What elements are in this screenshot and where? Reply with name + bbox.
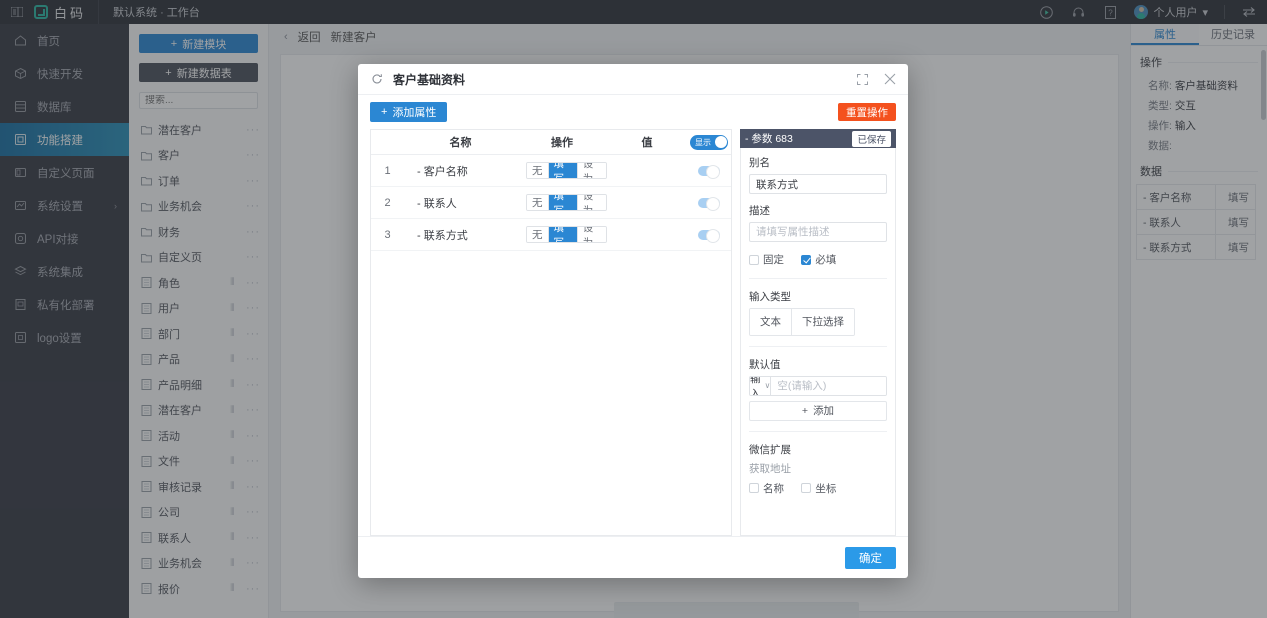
param-editor: - 参数 683 已保存 别名 描述 固定 必填 输入类型 文本 xyxy=(740,129,896,536)
op-segmented-control: 无填写 设为 xyxy=(526,162,607,179)
attribute-table-empty-area xyxy=(371,251,731,535)
divider-1 xyxy=(749,277,887,279)
modal-body: 名称 操作 值 显示 1- 客户名称无填写 设为 2- 联系人无填写 设为 3- 联系方… xyxy=(358,129,908,536)
wechat-get-address-label: 获取地址 xyxy=(749,462,791,475)
param-title: - 参数 683 xyxy=(745,133,793,145)
show-all-toggle-label: 显示 xyxy=(695,137,711,147)
op-option[interactable]: 无 xyxy=(527,227,549,242)
col-operation: 操作 xyxy=(551,137,573,149)
row-name: - 客户名称 xyxy=(417,165,468,178)
row-visibility-toggle[interactable] xyxy=(698,164,720,179)
op-option[interactable]: 填写 xyxy=(548,195,578,210)
default-mode-label: 输入 xyxy=(750,375,761,396)
input-type-select[interactable]: 下拉选择 xyxy=(792,308,854,335)
row-visibility-toggle[interactable] xyxy=(698,228,720,243)
reset-operation-button[interactable]: 重置操作 xyxy=(838,103,896,121)
row-name: - 联系人 xyxy=(417,197,457,210)
description-label: 描述 xyxy=(749,205,770,217)
default-mode-select[interactable]: 输入 ∨ xyxy=(750,375,772,396)
op-option[interactable]: 填写 xyxy=(548,163,578,178)
checkbox-box xyxy=(749,483,759,493)
expand-icon[interactable] xyxy=(856,73,869,86)
alias-label: 别名 xyxy=(749,157,770,169)
add-attribute-label: 添加属性 xyxy=(392,107,437,119)
attribute-table: 名称 操作 值 显示 1- 客户名称无填写 设为 2- 联系人无填写 设为 3- 联系方… xyxy=(370,129,732,536)
wechat-ext-label: 微信扩展 xyxy=(749,443,791,456)
param-editor-header: - 参数 683 已保存 xyxy=(740,129,896,148)
row-visibility-toggle[interactable] xyxy=(698,196,720,211)
attribute-table-body: 1- 客户名称无填写 设为 2- 联系人无填写 设为 3- 联系方式无填写 设为 xyxy=(371,155,731,251)
op-option[interactable]: 无 xyxy=(527,163,549,178)
divider-3 xyxy=(749,430,887,432)
table-row[interactable]: 3 - 联系方式 无填写 设为 xyxy=(371,219,731,251)
confirm-button[interactable]: 确定 xyxy=(845,546,896,569)
checkbox-box xyxy=(801,483,812,493)
modal-footer: 确定 xyxy=(358,536,908,578)
table-row[interactable]: 2 - 联系人 无填写 设为 xyxy=(371,187,731,219)
close-icon[interactable] xyxy=(883,73,896,86)
default-value-label: 默认值 xyxy=(749,358,781,371)
alias-input[interactable] xyxy=(749,174,887,194)
table-row[interactable]: 1 - 客户名称 无填写 设为 xyxy=(371,155,731,187)
refresh-icon[interactable] xyxy=(370,73,383,86)
description-input[interactable] xyxy=(749,222,887,242)
required-checkbox[interactable]: 必填 xyxy=(801,252,836,267)
input-type-group: 文本 下拉选择 xyxy=(749,307,855,336)
input-type-label: 输入类型 xyxy=(749,290,791,303)
default-value-row: 输入 ∨ xyxy=(749,375,887,396)
modal-toolbar: + 添加属性 重置操作 xyxy=(358,95,908,129)
plus-icon: + xyxy=(381,106,388,118)
saved-badge[interactable]: 已保存 xyxy=(852,130,891,147)
checkbox-box-checked xyxy=(801,254,812,265)
add-attribute-button[interactable]: + 添加属性 xyxy=(370,102,448,122)
wechat-coord-checkbox[interactable]: 坐标 xyxy=(801,481,836,496)
add-default-label: 添加 xyxy=(813,405,835,417)
wechat-coord-label: 坐标 xyxy=(815,482,837,495)
modal-title: 客户基础资料 xyxy=(393,72,466,87)
wechat-name-checkbox[interactable]: 名称 xyxy=(749,481,784,496)
required-label: 必填 xyxy=(815,254,837,266)
wechat-options: 名称 坐标 xyxy=(749,481,887,497)
op-option[interactable]: 设为 xyxy=(577,195,606,210)
op-segmented-control: 无填写 设为 xyxy=(526,194,607,211)
param-flags: 固定 必填 xyxy=(749,252,887,268)
row-index: 1 xyxy=(384,164,391,177)
checkbox-box xyxy=(749,254,759,265)
op-option[interactable]: 无 xyxy=(527,195,549,210)
op-option[interactable]: 设为 xyxy=(577,227,606,242)
row-name: - 联系方式 xyxy=(417,229,468,242)
fixed-checkbox[interactable]: 固定 xyxy=(749,252,784,267)
show-all-toggle[interactable]: 显示 xyxy=(690,134,728,150)
col-value: 值 xyxy=(641,137,653,149)
attribute-table-header: 名称 操作 值 显示 xyxy=(371,130,731,155)
op-option[interactable]: 设为 xyxy=(577,163,606,178)
plus-icon: + xyxy=(801,404,809,417)
default-value-input[interactable] xyxy=(771,376,886,395)
app-root: 白码 默认系统 · 工作台 ? 个人用户 ▾ 首页 快速开发 数据库 功能搭建 … xyxy=(0,0,1267,618)
modal-header: 客户基础资料 xyxy=(358,64,908,95)
col-name: 名称 xyxy=(449,137,472,149)
chevron-down-icon: ∨ xyxy=(764,381,771,390)
param-editor-body: 别名 描述 固定 必填 输入类型 文本 下拉选择 默认值 xyxy=(740,148,896,536)
row-index: 3 xyxy=(384,228,391,241)
col-visibility: 显示 xyxy=(687,134,731,150)
op-option[interactable]: 填写 xyxy=(548,227,578,242)
divider-2 xyxy=(749,345,887,347)
add-default-button[interactable]: + 添加 xyxy=(749,400,887,421)
input-type-text[interactable]: 文本 xyxy=(750,308,792,335)
attribute-modal: 客户基础资料 + 添加属性 重置操作 名称 操作 值 显示 1 - 客户名称 无… xyxy=(358,64,908,578)
fixed-label: 固定 xyxy=(763,254,784,266)
modal-header-actions xyxy=(856,73,896,86)
op-segmented-control: 无填写 设为 xyxy=(526,226,607,243)
wechat-name-label: 名称 xyxy=(763,482,784,495)
row-index: 2 xyxy=(384,196,391,209)
